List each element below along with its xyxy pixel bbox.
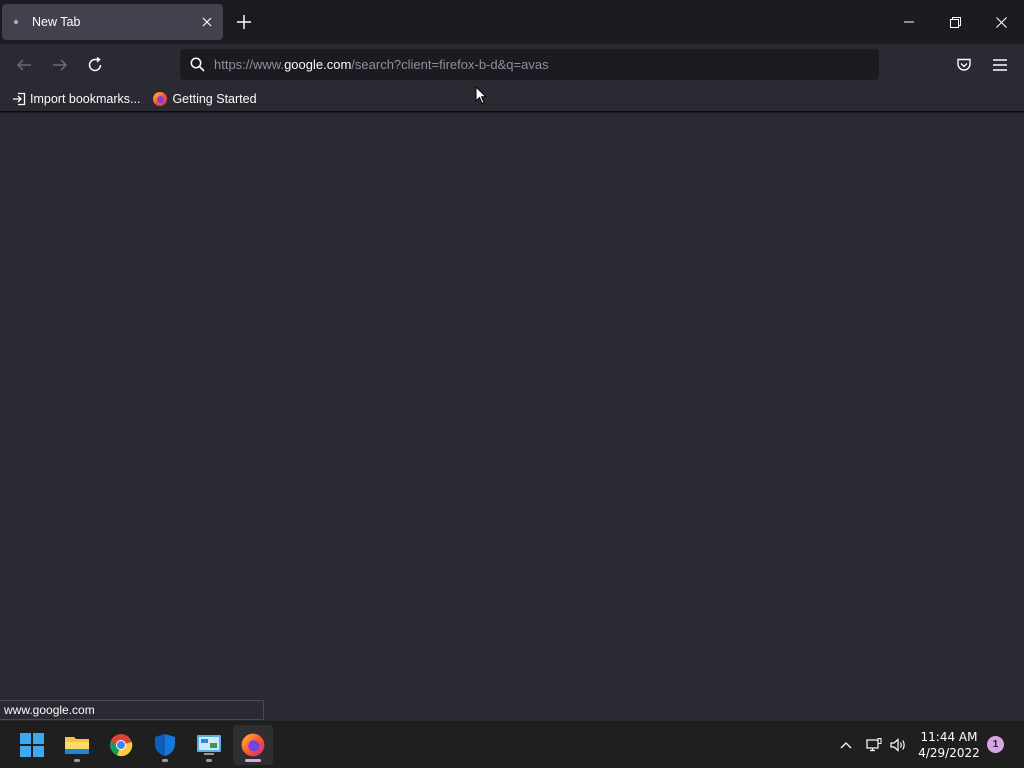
taskbar-control-panel[interactable] bbox=[189, 725, 229, 765]
page-content[interactable] bbox=[0, 113, 1024, 720]
firefox-icon bbox=[153, 91, 168, 106]
url-text: https://www.google.com/search?client=fir… bbox=[214, 57, 549, 72]
status-panel: www.google.com bbox=[0, 700, 264, 720]
control-panel-icon bbox=[197, 735, 221, 755]
notification-badge[interactable]: 1 bbox=[987, 736, 1004, 753]
volume-icon[interactable] bbox=[886, 721, 910, 768]
bookmark-getting-started-label: Getting Started bbox=[172, 91, 257, 106]
tab-close-icon[interactable] bbox=[197, 12, 217, 32]
url-prefix: https://www. bbox=[214, 57, 285, 72]
url-host: google.com bbox=[284, 57, 352, 72]
chevron-up-icon bbox=[840, 742, 852, 749]
running-indicator bbox=[206, 759, 212, 762]
title-bar: New Tab bbox=[0, 0, 1024, 44]
bookmark-getting-started[interactable]: Getting Started bbox=[152, 91, 257, 107]
bookmarks-toolbar: Import bookmarks... Getting Started bbox=[0, 86, 1024, 112]
url-path: /search?client=firefox-b-d&q=avas bbox=[351, 57, 549, 72]
mouse-cursor-icon bbox=[475, 86, 487, 105]
system-clock[interactable]: 11:44 AM 4/29/2022 bbox=[916, 729, 982, 761]
restore-button[interactable] bbox=[932, 0, 978, 44]
start-button[interactable] bbox=[12, 725, 52, 765]
firefox-icon bbox=[241, 733, 265, 757]
clock-date: 4/29/2022 bbox=[918, 746, 980, 760]
taskbar: 11:44 AM 4/29/2022 bbox=[0, 720, 1024, 768]
forward-button[interactable] bbox=[45, 50, 75, 80]
url-bar[interactable]: https://www.google.com/search?client=fir… bbox=[180, 49, 879, 80]
bookmark-import[interactable]: Import bookmarks... bbox=[12, 92, 140, 106]
running-indicator bbox=[74, 759, 80, 762]
tab-new-tab[interactable]: New Tab bbox=[2, 4, 223, 40]
search-icon bbox=[180, 57, 214, 72]
app-menu-button[interactable] bbox=[985, 50, 1015, 80]
bookmark-import-label: Import bookmarks... bbox=[30, 91, 141, 106]
new-tab-button[interactable] bbox=[232, 10, 256, 34]
taskbar-file-explorer[interactable] bbox=[57, 725, 97, 765]
pocket-button[interactable] bbox=[949, 50, 979, 80]
show-hidden-icons-button[interactable] bbox=[834, 721, 858, 768]
taskbar-firefox[interactable] bbox=[233, 725, 273, 765]
shield-icon bbox=[155, 734, 175, 756]
close-window-button[interactable] bbox=[978, 0, 1024, 44]
chrome-icon bbox=[110, 734, 133, 757]
running-indicator bbox=[162, 759, 168, 762]
network-icon[interactable] bbox=[862, 721, 886, 768]
active-indicator bbox=[245, 759, 261, 762]
taskbar-defender[interactable] bbox=[145, 725, 185, 765]
import-icon bbox=[13, 92, 26, 105]
folder-icon bbox=[65, 737, 89, 754]
tab-title: New Tab bbox=[32, 15, 81, 29]
reload-button[interactable] bbox=[80, 50, 110, 80]
back-button[interactable] bbox=[9, 50, 39, 80]
tab-loading-dot-icon bbox=[14, 20, 18, 24]
minimize-button[interactable] bbox=[886, 0, 932, 44]
taskbar-chrome[interactable] bbox=[101, 725, 141, 765]
clock-time: 11:44 AM bbox=[920, 730, 978, 744]
windows-logo-icon bbox=[20, 733, 44, 757]
